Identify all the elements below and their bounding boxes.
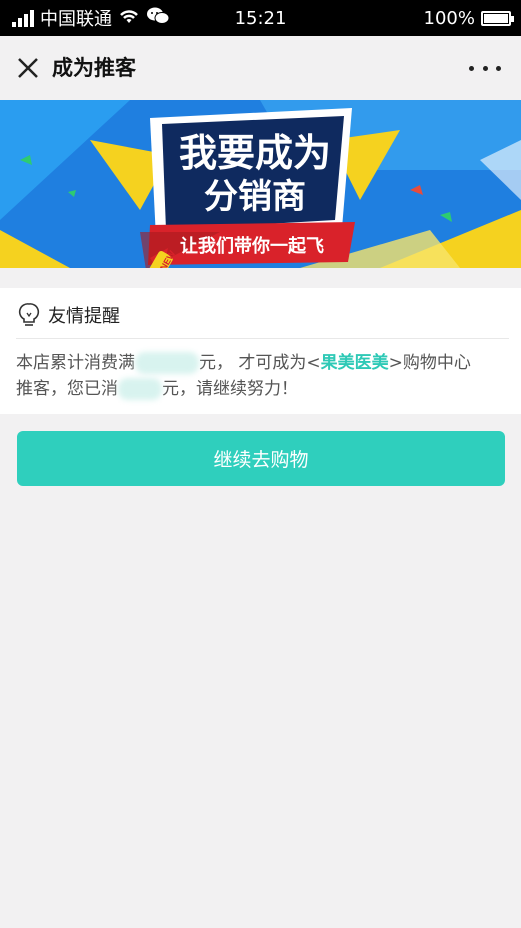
divider xyxy=(16,338,509,339)
lightbulb-icon xyxy=(18,303,40,326)
notice-text-part: 元，请继续努力！ xyxy=(162,379,298,399)
banner-headline-line1: 我要成为 xyxy=(179,131,331,175)
banner-headline-line2: 分销商 xyxy=(204,177,306,217)
notice-text-part: 推客，您已消 xyxy=(16,379,118,399)
more-options-button[interactable] xyxy=(469,58,501,78)
store-name-link[interactable]: 果美医美 xyxy=(321,353,389,373)
battery-icon xyxy=(481,10,514,26)
promo-banner: NEW 我要成为 分销商 让我们带你一起飞 xyxy=(0,100,521,268)
notice-text-part: 元， 才可成为< xyxy=(199,353,321,373)
page-title: 成为推客 xyxy=(52,56,136,80)
redacted-amount xyxy=(118,378,162,400)
notice-text-part: >购物中心 xyxy=(388,353,471,373)
redacted-amount xyxy=(135,352,199,374)
notice-text-part: 本店累计消费满 xyxy=(16,353,135,373)
status-right: 100% xyxy=(423,0,514,36)
battery-percent: 100% xyxy=(423,7,475,29)
continue-shopping-button[interactable]: 继续去购物 xyxy=(17,431,505,486)
more-dot-icon xyxy=(496,65,501,71)
banner-graphic: NEW 我要成为 分销商 让我们带你一起飞 xyxy=(0,100,521,268)
navigation-bar: 成为推客 xyxy=(0,36,521,101)
notice-message: 本店累计消费满 元， 才可成为<果美医美>购物中心 推客，您已消 元，请继续努力！ xyxy=(16,350,505,402)
notice-card: 友情提醒 本店累计消费满 元， 才可成为<果美医美>购物中心 推客，您已消 元，请继… xyxy=(0,288,521,414)
more-dot-icon xyxy=(482,65,488,71)
notice-title: 友情提醒 xyxy=(48,306,120,327)
close-button[interactable] xyxy=(14,54,42,82)
more-dot-icon xyxy=(469,65,474,71)
notice-header: 友情提醒 xyxy=(18,300,120,330)
status-bar: 中国联通 15:21 100% xyxy=(0,0,521,36)
banner-ribbon-text: 让我们带你一起飞 xyxy=(180,235,324,257)
close-icon xyxy=(18,58,38,78)
